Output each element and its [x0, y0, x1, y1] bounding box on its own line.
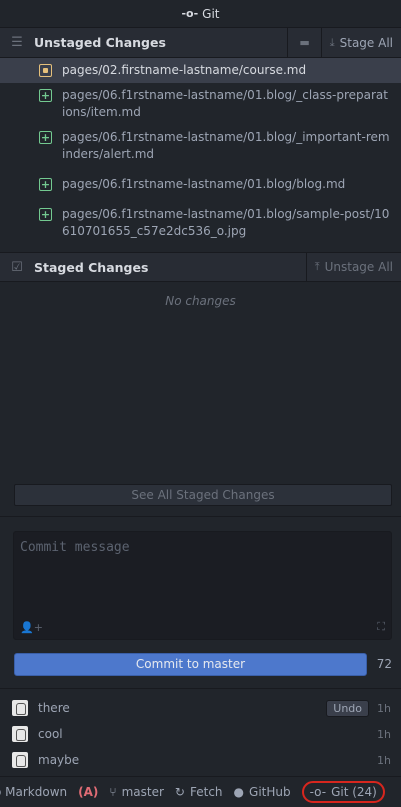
commit-row[interactable]: there Undo 1h	[0, 695, 401, 721]
file-added-icon: +	[39, 178, 52, 191]
unstaged-changes-header: ☰ Unstaged Changes ▬ ⤓ Stage All	[0, 28, 401, 58]
github-label: GitHub	[249, 785, 291, 799]
file-path: pages/02.firstname-lastname/course.md	[62, 63, 307, 77]
file-modified-icon	[39, 64, 52, 77]
dash-icon: ▬	[299, 36, 310, 49]
status-bar: o Markdown (A) ⑂ master ↻ Fetch ● GitHub…	[0, 776, 401, 807]
commit-time: 1h	[377, 727, 391, 741]
list-item[interactable]: + pages/06.f1rstname-lastname/01.blog/bl…	[0, 167, 401, 202]
broadcast-icon[interactable]: (A)	[78, 785, 98, 799]
commit-message: cool	[38, 727, 63, 741]
upload-icon: ⤒	[314, 260, 320, 273]
download-icon: ⤓	[329, 35, 335, 49]
commit-row[interactable]: maybe 1h	[0, 747, 401, 773]
list-item[interactable]: + pages/06.f1rstname-lastname/01.blog/_c…	[0, 83, 401, 125]
file-added-icon: +	[39, 131, 52, 144]
file-added-icon: +	[39, 208, 52, 221]
remaining-characters: 72	[376, 657, 392, 671]
see-all-staged-button[interactable]: See All Staged Changes	[14, 484, 392, 506]
github-icon: ●	[233, 785, 245, 799]
git-label: Git (24)	[331, 785, 377, 799]
no-changes-text: No changes	[165, 294, 236, 308]
collapse-button[interactable]: ▬	[287, 28, 320, 57]
commit-time: 1h	[377, 701, 391, 715]
git-commit-icon: -o-	[181, 7, 199, 20]
stage-all-button[interactable]: ⤓ Stage All	[320, 28, 401, 57]
branch-status[interactable]: ⑂ master	[109, 785, 164, 799]
file-path: pages/06.f1rstname-lastname/01.blog/samp…	[62, 207, 390, 238]
stage-all-label: Stage All	[339, 35, 393, 50]
sync-icon: ↻	[174, 785, 185, 799]
git-panel-toggle[interactable]: -o- Git (24)	[301, 781, 385, 803]
list-item[interactable]: pages/02.firstname-lastname/course.md	[0, 58, 401, 83]
add-coauthor-icon[interactable]: 👤+	[20, 621, 43, 634]
unstaged-file-list: pages/02.firstname-lastname/course.md + …	[0, 58, 401, 244]
list-item[interactable]: + pages/06.f1rstname-lastname/01.blog/sa…	[0, 202, 401, 244]
unstage-all-button[interactable]: ⤒ Unstage All	[305, 253, 401, 281]
panel-title-text: Git	[202, 6, 220, 21]
fetch-button[interactable]: ↻ Fetch	[175, 785, 223, 799]
unstage-all-label: Unstage All	[324, 260, 393, 274]
undo-button[interactable]: Undo	[326, 699, 370, 717]
staged-file-list: No changes See All Staged Changes	[0, 284, 401, 516]
file-path: pages/06.f1rstname-lastname/01.blog/_imp…	[62, 130, 390, 161]
commit-message: maybe	[38, 753, 80, 767]
branch-label: master	[121, 785, 164, 799]
unstaged-changes-title: Unstaged Changes	[34, 35, 166, 50]
git-branch-icon: ⑂	[109, 785, 117, 799]
file-path: pages/06.f1rstname-lastname/01.blog/_cla…	[62, 88, 388, 119]
github-button[interactable]: ● GitHub	[234, 785, 291, 799]
commit-button[interactable]: Commit to master	[14, 653, 367, 676]
git-commit-icon: -o-	[309, 785, 327, 799]
file-added-icon: +	[39, 89, 52, 102]
expand-editor-icon[interactable]: ⛶	[377, 620, 385, 634]
avatar	[12, 700, 28, 716]
staged-changes-title: Staged Changes	[34, 259, 149, 275]
fetch-label: Fetch	[189, 785, 223, 799]
file-path: pages/06.f1rstname-lastname/01.blog/blog…	[62, 177, 346, 191]
commit-row[interactable]: cool 1h	[0, 721, 401, 747]
avatar	[12, 726, 28, 742]
staged-changes-header: ☑ Staged Changes ⤒ Unstage All	[0, 252, 401, 282]
commit-message-placeholder: Commit message	[20, 540, 130, 555]
list-unordered-icon: ☰	[11, 35, 23, 50]
checklist-icon: ☑	[11, 259, 23, 275]
commit-time: 1h	[377, 753, 391, 767]
panel-title: -o- Git	[0, 0, 401, 28]
list-item[interactable]: + pages/06.f1rstname-lastname/01.blog/_i…	[0, 125, 401, 167]
commit-panel: Commit message 👤+ ⛶ Commit to master 72	[0, 516, 401, 688]
commit-message: there	[38, 701, 70, 715]
markdown-status[interactable]: o Markdown	[0, 785, 67, 799]
recent-commits: there Undo 1h cool 1h maybe 1h	[0, 688, 401, 776]
avatar	[12, 752, 28, 768]
commit-message-input[interactable]: Commit message 👤+ ⛶	[13, 531, 392, 640]
